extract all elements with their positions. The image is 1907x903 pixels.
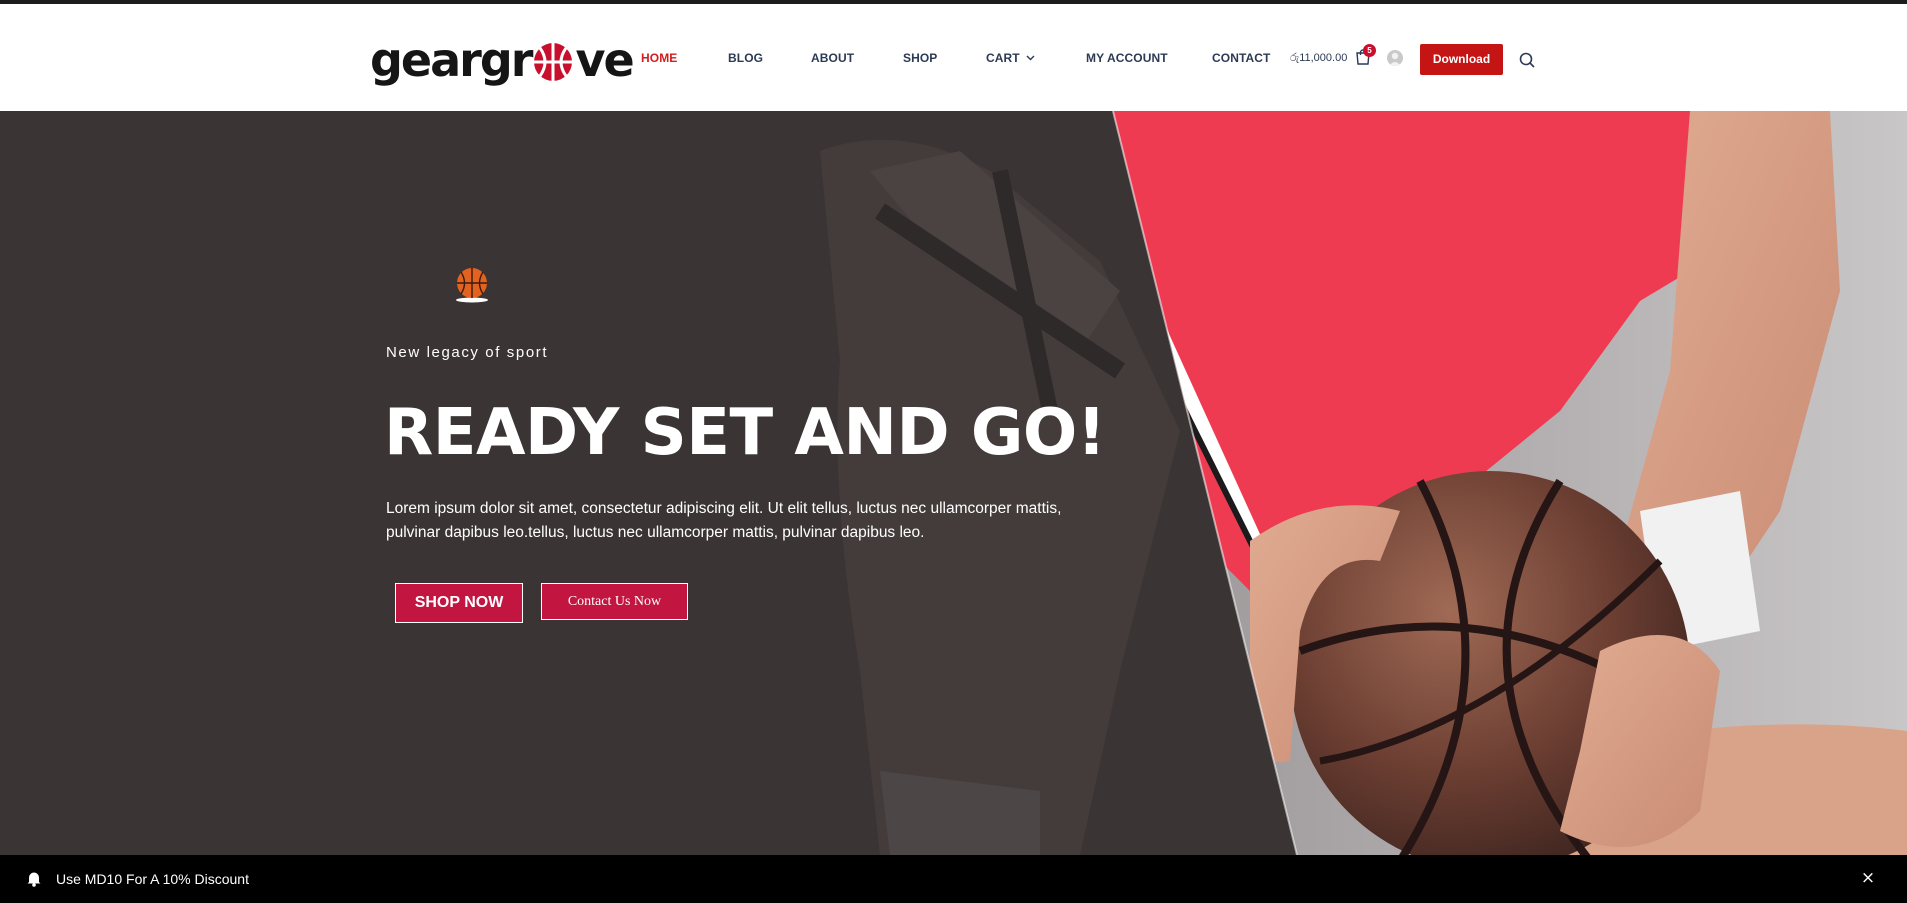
- hero-background-image: [0, 111, 1907, 855]
- promo-notice-text: Use MD10 For A 10% Discount: [56, 871, 249, 887]
- hero-headline: READY SET AND GO!: [384, 396, 1106, 470]
- promo-notice-bar: Use MD10 For A 10% Discount ×: [0, 855, 1907, 903]
- user-avatar[interactable]: [1387, 50, 1403, 66]
- contact-us-button[interactable]: Contact Us Now: [541, 583, 688, 620]
- nav-blog[interactable]: BLOG: [728, 51, 763, 65]
- nav-contact[interactable]: CONTACT: [1212, 51, 1270, 65]
- chevron-down-icon: [1026, 55, 1035, 61]
- nav-home[interactable]: HOME: [641, 51, 677, 65]
- hero-section: New legacy of sport READY SET AND GO! Lo…: [0, 111, 1907, 855]
- nav-shop[interactable]: SHOP: [903, 51, 937, 65]
- basketball-icon: [456, 268, 488, 303]
- nav-cart[interactable]: CART: [986, 51, 1035, 65]
- hero-tagline: New legacy of sport: [386, 344, 549, 361]
- cart-total[interactable]: රු11,000.00: [1290, 51, 1347, 65]
- nav-about[interactable]: ABOUT: [811, 51, 854, 65]
- hero-body-text: Lorem ipsum dolor sit amet, consectetur …: [386, 500, 1062, 541]
- download-button[interactable]: Download: [1420, 44, 1503, 75]
- search-icon[interactable]: [1519, 52, 1535, 68]
- nav-my-account[interactable]: MY ACCOUNT: [1086, 51, 1168, 65]
- main-nav: HOME BLOG ABOUT SHOP CART MY ACCOUNT CON…: [0, 4, 1907, 111]
- nav-cart-label: CART: [986, 51, 1020, 65]
- cart-count-badge: 5: [1363, 44, 1376, 57]
- close-icon[interactable]: ×: [1858, 867, 1878, 889]
- user-avatar-icon: [1389, 52, 1401, 66]
- site-header: geargr ve HOME BLOG ABOUT SHOP CART MY A…: [0, 4, 1907, 111]
- shop-now-button[interactable]: SHOP NOW: [395, 583, 523, 623]
- bell-icon: [27, 872, 41, 887]
